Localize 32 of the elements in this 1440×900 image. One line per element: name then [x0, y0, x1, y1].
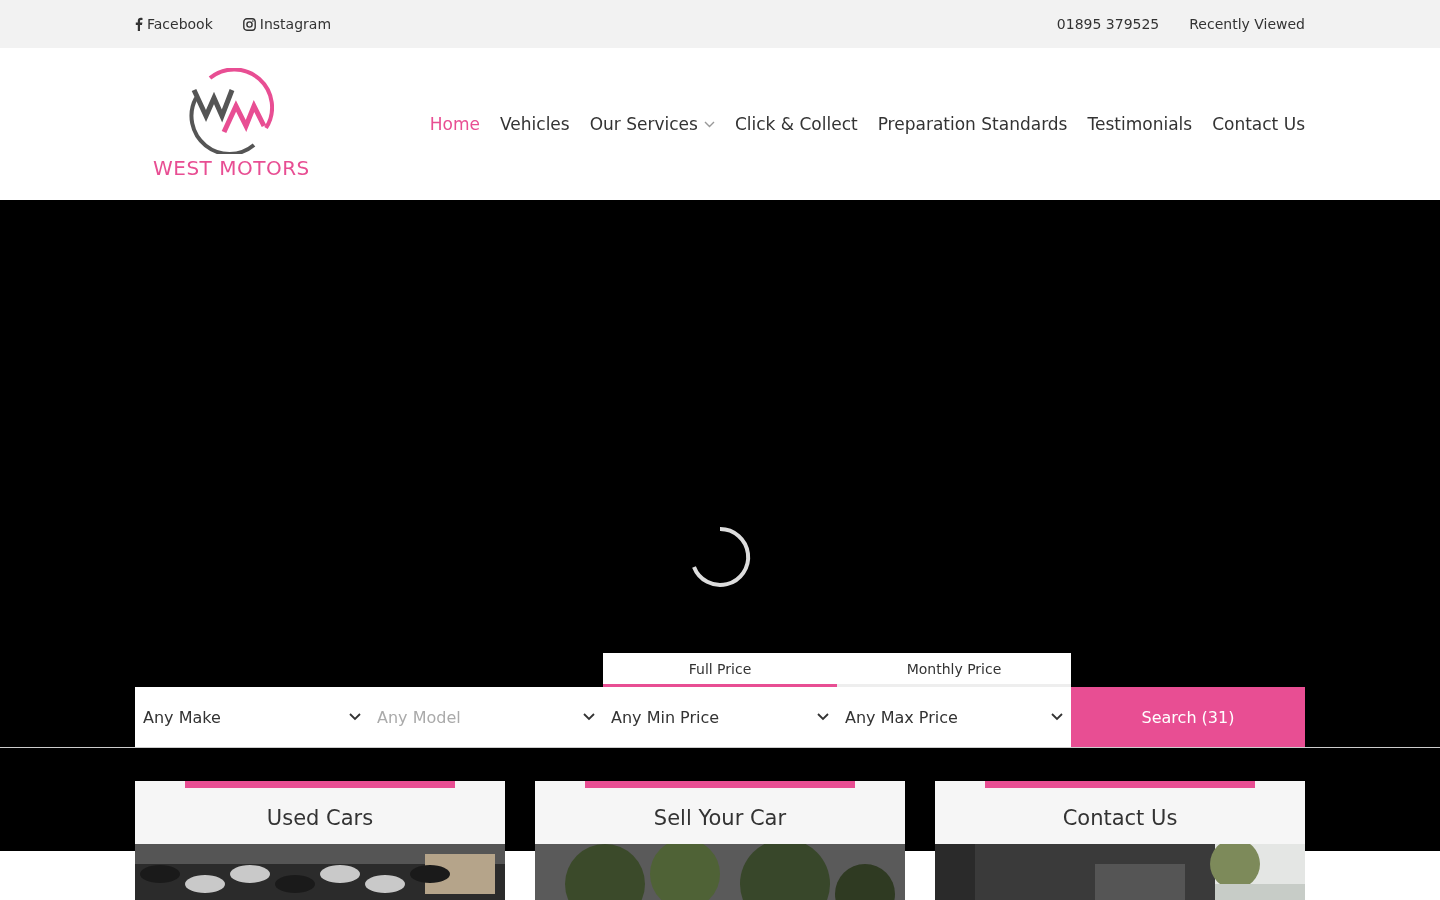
card-title: Contact Us: [1062, 806, 1178, 830]
nav-link[interactable]: Preparation Standards: [877, 114, 1068, 134]
nav-link[interactable]: Our Services: [589, 114, 715, 134]
card-title: Used Cars: [266, 806, 374, 830]
price-tab[interactable]: Monthly Price: [837, 653, 1071, 687]
card[interactable]: Sell Your Car: [535, 781, 905, 900]
nav-link[interactable]: Click & Collect: [734, 114, 858, 134]
chevron-down-icon: [583, 713, 595, 721]
nav-link[interactable]: Contact Us: [1212, 114, 1305, 134]
search-button[interactable]: Search (31): [1071, 687, 1305, 747]
chevron-down-icon: [703, 120, 715, 128]
card-title: Sell Your Car: [653, 806, 787, 830]
select-field[interactable]: Any Min Price: [603, 687, 837, 747]
logo-text: WEST MOTORS: [153, 156, 310, 180]
nav-link[interactable]: Testimonials: [1087, 114, 1193, 134]
chevron-down-icon: [349, 713, 361, 721]
facebook-link[interactable]: Facebook: [135, 16, 213, 32]
recently-viewed-link[interactable]: Recently Viewed: [1189, 16, 1305, 32]
chevron-down-icon: [817, 713, 829, 721]
nav-link[interactable]: Home: [429, 114, 480, 134]
instagram-link[interactable]: Instagram: [242, 16, 332, 32]
nav-link[interactable]: Vehicles: [500, 114, 570, 134]
select-field[interactable]: Any Max Price: [837, 687, 1071, 747]
phone-link[interactable]: 01895 379525: [1056, 16, 1160, 32]
chevron-down-icon: [1051, 713, 1063, 721]
card[interactable]: Contact Us: [935, 781, 1305, 900]
logo-icon: [188, 68, 275, 154]
price-tab[interactable]: Full Price: [603, 653, 837, 687]
facebook-icon: [135, 17, 143, 31]
instagram-icon: [242, 17, 256, 31]
card[interactable]: Used Cars: [135, 781, 505, 900]
select-field[interactable]: Any Make: [135, 687, 369, 747]
